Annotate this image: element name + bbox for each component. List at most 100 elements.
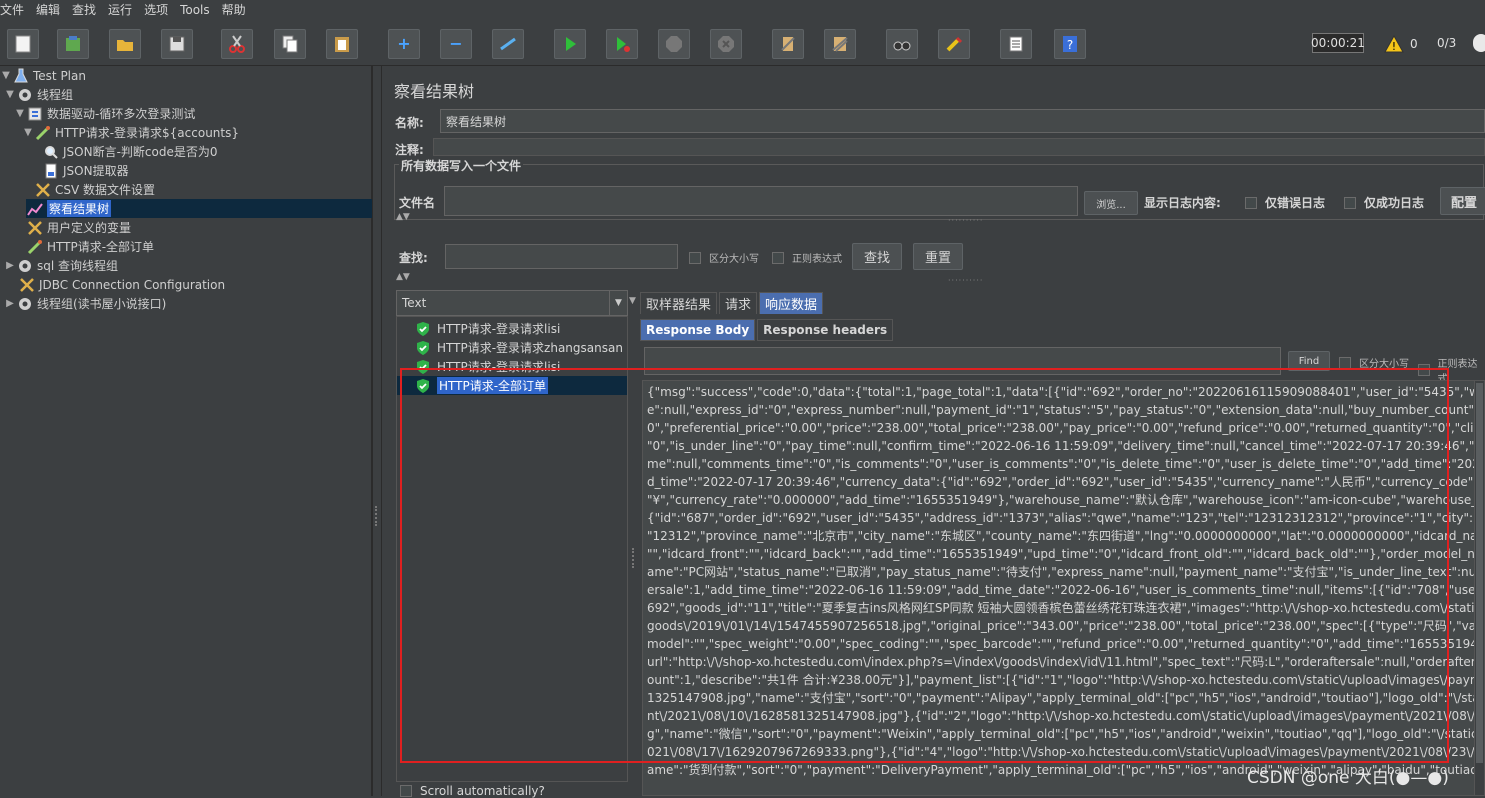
start-icon[interactable] xyxy=(554,29,586,59)
tree-item-http-all-orders[interactable]: HTTP请求-全部订单 xyxy=(26,237,154,256)
expand-toggle-icon[interactable]: ▶ xyxy=(4,298,16,309)
new-icon[interactable] xyxy=(7,29,39,59)
list-item[interactable]: HTTP请求-登录请求lisi xyxy=(397,319,560,338)
shutdown-icon[interactable] xyxy=(710,29,742,59)
response-line: ount":1,"describe":"共1件 合计:¥238.00元"}],"… xyxy=(647,671,1485,689)
errors-only-checkbox[interactable]: 仅错误日志 xyxy=(1245,194,1325,211)
success-only-label: 仅成功日志 xyxy=(1364,194,1424,211)
collapse-toggle-icon[interactable]: ▼ xyxy=(14,108,26,119)
collapse-toggle-icon[interactable]: ▼ xyxy=(4,89,16,100)
collapse-arrows-icon[interactable]: ▲▼ xyxy=(396,272,410,282)
success-only-checkbox[interactable]: 仅成功日志 xyxy=(1344,194,1424,211)
expand-icon[interactable]: + xyxy=(388,29,420,59)
clear-all-icon[interactable] xyxy=(824,29,856,59)
tree-item-sql-thread-group[interactable]: ▶ sql 查询线程组 xyxy=(4,256,118,275)
collapse-icon[interactable]: − xyxy=(440,29,472,59)
binoculars-icon[interactable] xyxy=(886,29,918,59)
tree-item-json-extractor[interactable]: JSON提取器 xyxy=(42,161,129,180)
results-splitter[interactable] xyxy=(629,290,639,796)
view-results-tree-panel: 察看结果树 名称: 察看结果树 注释: 所有数据写入一个文件 文件名 浏览...… xyxy=(383,66,1485,796)
menu-tools[interactable]: Tools xyxy=(174,0,216,20)
remote-indicator-icon xyxy=(1473,34,1485,52)
tree-item-thread-group[interactable]: ▼ 线程组 xyxy=(4,85,73,104)
response-line: nt\/2021\/08\/10\/1628581325147908.jpg"}… xyxy=(647,707,1485,725)
tree-item-csv-config[interactable]: CSV 数据文件设置 xyxy=(34,180,155,199)
tab-response-data[interactable]: 响应数据 xyxy=(759,292,823,314)
cut-icon[interactable] xyxy=(221,29,253,59)
expand-toggle-icon[interactable]: ▶ xyxy=(4,260,16,271)
tree-item-json-assertion[interactable]: JSON断言-判断code是否为0 xyxy=(42,142,217,161)
response-find-input[interactable] xyxy=(644,347,1281,375)
list-item[interactable]: HTTP请求-全部订单 xyxy=(397,376,627,395)
menu-help[interactable]: 帮助 xyxy=(216,0,252,20)
list-item[interactable]: HTTP请求-登录请求lisi xyxy=(397,357,560,376)
open-icon[interactable] xyxy=(109,29,141,59)
tab-request[interactable]: 请求 xyxy=(719,292,757,314)
find-button[interactable]: Find xyxy=(1288,351,1330,371)
copy-icon[interactable] xyxy=(274,29,306,59)
broom-icon[interactable] xyxy=(938,29,970,59)
menu-search[interactable]: 查找 xyxy=(66,0,102,20)
templates-icon[interactable] xyxy=(57,29,89,59)
divider-grip[interactable]: ·········· xyxy=(948,276,983,285)
browse-button[interactable]: 浏览... xyxy=(1084,191,1138,215)
function-helper-icon[interactable] xyxy=(1000,29,1032,59)
response-line: g","name":"微信","sort":"0","payment":"Wei… xyxy=(647,725,1485,743)
search-input[interactable] xyxy=(445,244,678,269)
paste-icon[interactable] xyxy=(326,29,358,59)
menu-options[interactable]: 选项 xyxy=(138,0,174,20)
renderer-select[interactable]: Text ▼ xyxy=(396,290,628,316)
tree-item-http-login[interactable]: ▼ HTTP请求-登录请求${accounts} xyxy=(22,123,239,142)
document-icon xyxy=(42,163,60,179)
tree-item-data-driven-loop[interactable]: ▼ 数据驱动-循环多次登录测试 xyxy=(14,104,195,123)
chart-icon xyxy=(26,201,44,217)
find-case-label: 区分大小写 xyxy=(1359,355,1409,370)
configure-button[interactable]: 配置 xyxy=(1440,187,1485,215)
menu-file[interactable]: 文件 xyxy=(0,0,30,20)
regex-checkbox[interactable]: 正则表达式 xyxy=(772,250,842,265)
main-splitter[interactable] xyxy=(372,66,382,796)
tree-item-jdbc-config[interactable]: JDBC Connection Configuration xyxy=(18,275,225,294)
tree-item-user-variables[interactable]: 用户定义的变量 xyxy=(26,218,131,237)
toggle-icon[interactable] xyxy=(492,29,524,59)
response-body-text[interactable]: {"msg":"success","code":0,"data":{"total… xyxy=(642,380,1485,796)
tree-item-thread-group-novel[interactable]: ▶ 线程组(读书屋小说接口) xyxy=(4,294,166,313)
name-input[interactable]: 察看结果树 xyxy=(440,109,1485,133)
tree-item-test-plan[interactable]: ▼ Test Plan xyxy=(0,66,86,85)
list-item-label: HTTP请求-全部订单 xyxy=(437,377,548,394)
pipette-icon xyxy=(26,239,44,255)
start-no-pause-icon[interactable] xyxy=(606,29,638,59)
page-title: 察看结果树 xyxy=(394,78,474,102)
menu-bar: 文件 编辑 查找 运行 选项 Tools 帮助 xyxy=(0,0,1485,20)
response-scrollbar[interactable] xyxy=(1474,381,1484,796)
divider-grip[interactable]: ·········· xyxy=(948,216,983,225)
clear-icon[interactable] xyxy=(772,29,804,59)
stop-icon[interactable] xyxy=(658,29,690,59)
save-icon[interactable] xyxy=(161,29,193,59)
reset-button[interactable]: 重置 xyxy=(913,243,963,270)
response-line: me":null,"comments_time":"0","is_comment… xyxy=(647,455,1485,473)
success-shield-icon xyxy=(415,321,431,337)
regex-label: 正则表达式 xyxy=(792,250,842,265)
collapse-toggle-icon[interactable]: ▼ xyxy=(0,70,12,81)
tab-response-body[interactable]: Response Body xyxy=(640,319,755,341)
menu-run[interactable]: 运行 xyxy=(102,0,138,20)
tree-item-view-results-tree[interactable]: 察看结果树 xyxy=(26,199,372,218)
collapse-arrows-icon[interactable]: ▲▼ xyxy=(396,212,410,222)
find-case-checkbox[interactable]: 区分大小写 xyxy=(1339,355,1409,370)
filename-input[interactable] xyxy=(444,186,1078,216)
response-line: "0","is_under_line":"0","pay_time":null,… xyxy=(647,437,1485,455)
help-icon[interactable]: ? xyxy=(1054,29,1086,59)
comment-input[interactable] xyxy=(433,138,1485,156)
search-button[interactable]: 查找 xyxy=(852,243,902,270)
chevron-down-icon[interactable]: ▼ xyxy=(609,291,627,315)
tab-response-headers[interactable]: Response headers xyxy=(757,319,893,341)
result-tabs: 取样器结果 请求 响应数据 xyxy=(640,292,825,314)
list-item[interactable]: HTTP请求-登录请求zhangsansan xyxy=(397,338,623,357)
case-sensitive-checkbox[interactable]: 区分大小写 xyxy=(689,250,759,265)
menu-edit[interactable]: 编辑 xyxy=(30,0,66,20)
collapse-toggle-icon[interactable]: ▼ xyxy=(22,127,34,138)
response-line: 1325147908.jpg","name":"支付宝","sort":"0",… xyxy=(647,689,1485,707)
success-shield-icon xyxy=(415,340,431,356)
tab-sampler-result[interactable]: 取样器结果 xyxy=(640,292,717,314)
